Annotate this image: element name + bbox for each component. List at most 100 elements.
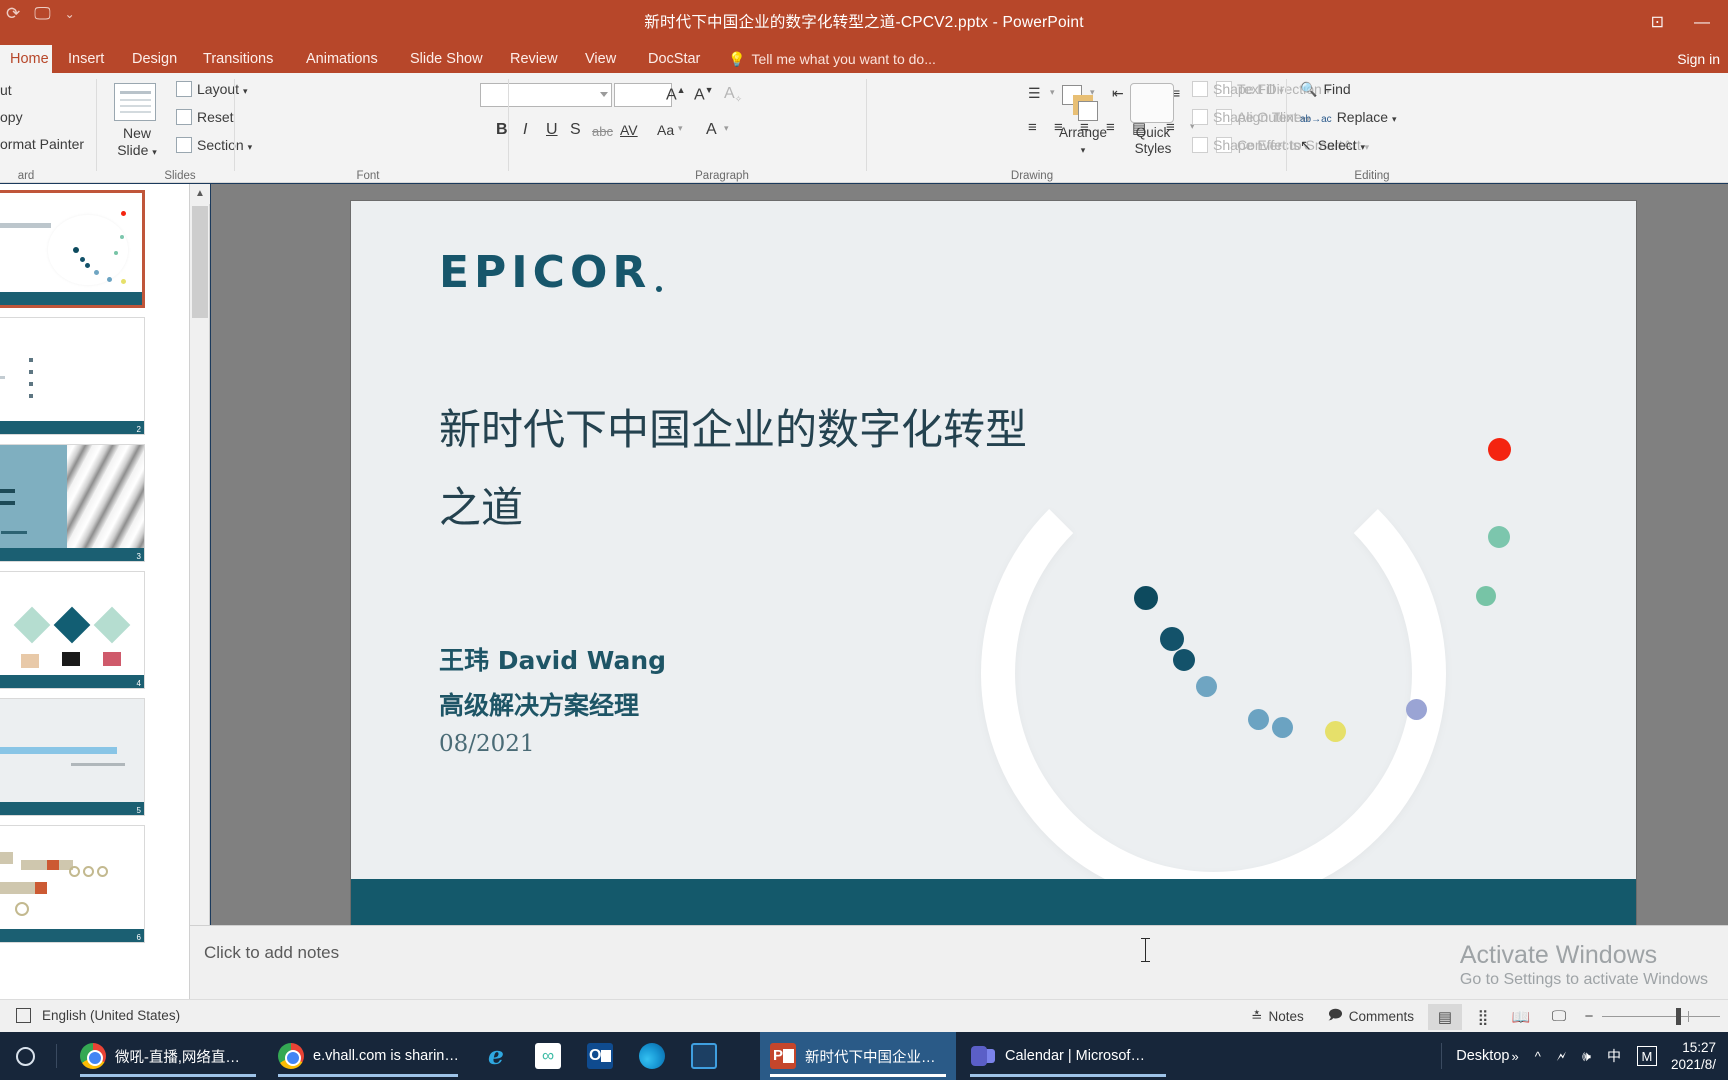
- taskbar-item-powerpoint[interactable]: 新时代下中国企业…: [760, 1032, 956, 1080]
- slide-canvas[interactable]: EPICOR 新时代下中国企业的数字化转型 之道 王玮 David Wang 高…: [351, 201, 1636, 925]
- cut-button[interactable]: ut: [0, 82, 12, 98]
- new-slide-button[interactable]: New Slide ▾: [106, 125, 168, 161]
- format-painter-button[interactable]: ormat Painter: [0, 136, 84, 152]
- slide-thumbnail-3[interactable]: 3: [0, 444, 145, 562]
- taskbar-item-weihou[interactable]: 微吼-直播,网络直…: [70, 1032, 266, 1080]
- taskbar-item-outlook[interactable]: [576, 1032, 624, 1080]
- desktop-button[interactable]: Desktop »: [1448, 1048, 1526, 1064]
- status-bar: English (United States) ≛ Notes 🗩 Comments…: [0, 999, 1728, 1032]
- quick-styles-button[interactable]: Quick Styles: [1120, 125, 1186, 157]
- slide-thumbnail-6[interactable]: 6: [0, 825, 145, 943]
- slide-sorter-view-button[interactable]: ⣿: [1466, 1004, 1500, 1030]
- group-label-paragraph: Paragraph: [695, 170, 749, 182]
- arrange-button[interactable]: Arrange ▾: [1046, 125, 1120, 158]
- notes-pane[interactable]: Click to add notes Activate Windows Go t…: [190, 925, 1728, 999]
- ime-language-icon[interactable]: 中: [1599, 1046, 1629, 1066]
- zoom-slider[interactable]: [1602, 1008, 1720, 1025]
- taskbar-item-edge[interactable]: [628, 1032, 676, 1080]
- minimize-button[interactable]: —: [1694, 14, 1710, 31]
- slide-title-line1: 新时代下中国企业的数字化转型: [439, 405, 1028, 454]
- shape-fill-caret-icon[interactable]: ▾: [1279, 86, 1284, 96]
- clock[interactable]: 15:27 2021/8/: [1665, 1039, 1728, 1073]
- slide-thumbnail-panel[interactable]: 2 3 4 5 6: [0, 184, 190, 999]
- tab-design[interactable]: Design: [122, 45, 187, 73]
- thumbnail-dot-navy3: [85, 263, 90, 268]
- replace-caret-icon[interactable]: ▾: [1392, 114, 1397, 124]
- slide-edit-area[interactable]: EPICOR 新时代下中国企业的数字化转型 之道 王玮 David Wang 高…: [211, 184, 1728, 925]
- zoom-out-button[interactable]: −: [1580, 1008, 1598, 1025]
- tab-home[interactable]: Home: [0, 45, 52, 73]
- scroll-up-icon[interactable]: ▲: [190, 184, 210, 204]
- epicor-logo-text: EPICOR: [439, 247, 652, 298]
- tab-transitions[interactable]: Transitions: [193, 45, 283, 73]
- slide-thumbnail-5[interactable]: 5: [0, 698, 145, 816]
- new-slide-icon[interactable]: [114, 83, 156, 121]
- shape-fill-button[interactable]: Shape Fill ▾: [1192, 81, 1284, 97]
- volume-icon[interactable]: 🕪: [1574, 1048, 1599, 1065]
- lightbulb-icon: 💡: [728, 51, 746, 67]
- select-button[interactable]: ↖ Select ▾: [1300, 137, 1365, 154]
- tab-insert[interactable]: Insert: [58, 45, 114, 73]
- tab-animations[interactable]: Animations: [296, 45, 388, 73]
- ribbon-group-font: A▲ A▼ A✧ B I U S abc AV Aa ▾ A ▾ Font: [238, 73, 742, 183]
- window-controls[interactable]: ⊡ —: [1651, 0, 1720, 45]
- tab-slide-show[interactable]: Slide Show: [400, 45, 493, 73]
- presentation-date[interactable]: 08/2021: [439, 731, 535, 757]
- thumbnail-panel-scrollbar[interactable]: ▲ ▼: [190, 184, 210, 999]
- ribbon-display-options-icon[interactable]: ⊡: [1651, 14, 1664, 31]
- zoom-slider-handle[interactable]: [1676, 1008, 1681, 1025]
- status-bar-right[interactable]: ≛ Notes 🗩 Comments ▤ ⣿ 📖 🖵 −: [1241, 1000, 1720, 1033]
- author-role[interactable]: 高级解决方案经理: [439, 686, 639, 722]
- replace-button[interactable]: ab→ac Replace ▾: [1300, 109, 1396, 125]
- windows-taskbar[interactable]: 微吼-直播,网络直… e.vhall.com is sharin… e 新时代下…: [0, 1032, 1728, 1080]
- comments-button[interactable]: 🗩 Comments: [1318, 1005, 1424, 1028]
- normal-view-button[interactable]: ▤: [1428, 1003, 1462, 1030]
- taskbar-item-app-blue[interactable]: [680, 1032, 728, 1080]
- start-button[interactable]: [2, 1032, 48, 1080]
- desktop-label: Desktop: [1456, 1048, 1510, 1064]
- layout-button[interactable]: Layout ▾: [176, 81, 247, 97]
- reset-button[interactable]: Reset: [176, 109, 234, 125]
- notes-button[interactable]: ≛ Notes: [1241, 1009, 1314, 1025]
- bold-button[interactable]: B: [496, 121, 508, 139]
- scrollbar-thumb[interactable]: [192, 206, 208, 318]
- show-hidden-icons-icon[interactable]: ^: [1527, 1049, 1549, 1064]
- arrange-caret-icon[interactable]: ▾: [1081, 145, 1086, 155]
- taskbar-item-internet-explorer[interactable]: e: [472, 1032, 520, 1080]
- slide-thumbnail-1[interactable]: [0, 190, 145, 308]
- clock-time: 15:27: [1682, 1040, 1716, 1055]
- ribbon-tab-bar[interactable]: Home Insert Design Transitions Animation…: [0, 45, 1728, 73]
- slide-thumbnail-2[interactable]: 2: [0, 317, 145, 435]
- tab-view[interactable]: View: [575, 45, 626, 73]
- taskbar-item-vhall[interactable]: e.vhall.com is sharin…: [268, 1032, 468, 1080]
- layout-icon: [176, 81, 192, 97]
- language-status[interactable]: English (United States): [42, 1008, 180, 1023]
- taskbar-item-app-white[interactable]: [524, 1032, 572, 1080]
- slide-show-button[interactable]: 🖵: [1542, 1004, 1576, 1030]
- slide-title-textbox[interactable]: 新时代下中国企业的数字化转型 之道: [439, 391, 1079, 547]
- shape-effects-button[interactable]: Shape Effects ▾: [1192, 137, 1308, 153]
- taskbar-item-label: 微吼-直播,网络直…: [115, 1049, 240, 1066]
- arrange-icon[interactable]: [1062, 85, 1102, 123]
- taskbar-item-teams-calendar[interactable]: Calendar | Microsof…: [960, 1032, 1176, 1080]
- sign-in-button[interactable]: Sign in: [1677, 45, 1720, 73]
- tab-review[interactable]: Review: [500, 45, 568, 73]
- app-white-icon: [535, 1043, 561, 1069]
- author-name[interactable]: 王玮 David Wang: [439, 641, 666, 677]
- tab-docstar[interactable]: DocStar: [638, 45, 710, 73]
- slide-thumbnail-4[interactable]: 4: [0, 571, 145, 689]
- select-caret-icon[interactable]: ▾: [1361, 142, 1366, 152]
- tell-me-search[interactable]: 💡 Tell me what you want to do...: [728, 45, 936, 73]
- powerpoint-icon: [770, 1043, 796, 1069]
- battery-icon[interactable]: 🗲: [1549, 1048, 1574, 1065]
- quick-styles-icon[interactable]: [1130, 83, 1174, 123]
- proofing-icon[interactable]: [16, 1008, 31, 1023]
- tray-overflow-icon[interactable]: »: [1511, 1049, 1518, 1064]
- ime-mode-icon[interactable]: M: [1629, 1046, 1665, 1066]
- copy-button[interactable]: opy: [0, 109, 23, 125]
- find-button[interactable]: 🔍 Find: [1300, 81, 1351, 98]
- new-slide-caret-icon[interactable]: ▾: [152, 147, 157, 157]
- reading-view-button[interactable]: 📖: [1504, 1004, 1538, 1030]
- system-tray[interactable]: Desktop » ^ 🗲 🕪 中 M 15:27 2021/8/: [1441, 1032, 1728, 1080]
- activate-windows-watermark: Activate Windows Go to Settings to activ…: [1460, 939, 1708, 989]
